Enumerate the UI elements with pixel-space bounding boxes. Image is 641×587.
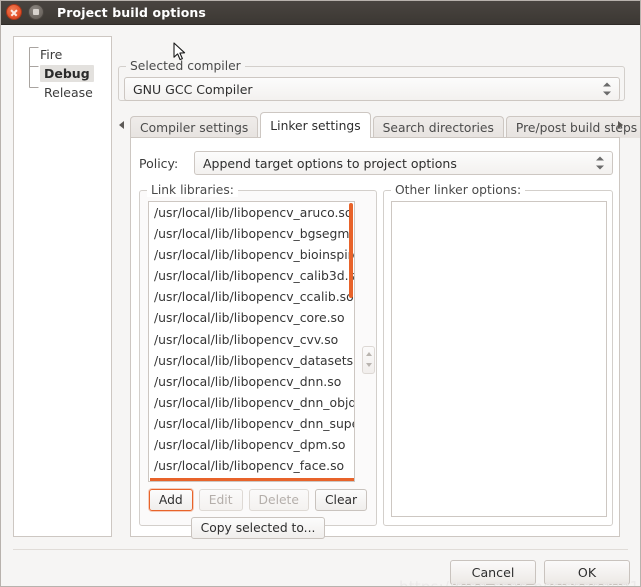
maximize-icon[interactable] — [28, 4, 44, 20]
tree-item-label: Fire — [40, 47, 63, 62]
list-item[interactable]: /usr/local/lib/libopencv_cvv.so — [149, 329, 354, 350]
tab-compiler-settings[interactable]: Compiler settings — [130, 116, 259, 138]
list-item[interactable]: /usr/local/lib/libopencv_aruco.so — [149, 202, 354, 223]
list-horizontal-scrollbar[interactable] — [150, 478, 354, 481]
link-libraries-group: Link libraries: /usr/local/lib/libopencv… — [139, 183, 377, 539]
window-title: Project build options — [57, 4, 206, 20]
policy-label: Policy: — [139, 155, 179, 171]
list-item[interactable]: /usr/local/lib/libopencv_datasets.so — [149, 350, 354, 371]
compiler-select[interactable]: GNU GCC Compiler — [124, 77, 620, 101]
tab-linker-settings[interactable]: Linker settings — [260, 112, 371, 138]
dialog-body: Fire Debug Release Selected compiler GNU… — [0, 25, 641, 587]
tree-item-label: Release — [44, 85, 93, 100]
list-item[interactable]: /usr/local/lib/libopencv_dnn.so — [149, 371, 354, 392]
tree-item-debug[interactable]: Debug — [14, 64, 111, 83]
project-build-options-dialog: Project build options Fire Debug Release… — [0, 0, 641, 587]
tab-label: Search directories — [382, 120, 494, 135]
compiler-select-value: GNU GCC Compiler — [133, 81, 253, 97]
policy-select[interactable]: Append target options to project options — [194, 151, 613, 175]
clear-button[interactable]: Clear — [314, 489, 368, 511]
delete-button: Delete — [248, 489, 309, 511]
list-item[interactable]: /usr/local/lib/libopencv_face.so — [149, 455, 354, 476]
list-item[interactable]: /usr/local/lib/libopencv_calib3d.so — [149, 265, 354, 286]
list-item[interactable]: /usr/local/lib/libopencv_core.so — [149, 307, 354, 328]
list-item[interactable]: /usr/local/lib/libopencv_ccalib.so — [149, 286, 354, 307]
copy-selected-row: Copy selected to... — [148, 517, 368, 539]
tab-strip: Compiler settings Linker settings Search… — [116, 112, 641, 138]
link-libraries-legend: Link libraries: — [147, 183, 238, 197]
list-item[interactable]: /usr/local/lib/libopencv_bioinspired.so — [149, 244, 354, 265]
list-reorder-spinner[interactable] — [362, 346, 375, 374]
chevron-updown-icon — [596, 156, 605, 171]
tab-search-directories[interactable]: Search directories — [372, 116, 504, 138]
copy-selected-to-button[interactable]: Copy selected to... — [190, 517, 326, 539]
tab-label: Linker settings — [270, 118, 361, 133]
other-linker-options-legend: Other linker options: — [391, 183, 526, 197]
watermark-text: https://blog.csdn.net/chengyq116 — [399, 578, 641, 587]
tree-item-label: Debug — [40, 65, 94, 82]
other-linker-options-input[interactable] — [391, 201, 607, 517]
policy-row: Policy: Append target options to project… — [139, 151, 613, 175]
tab-scroll-right-icon[interactable] — [615, 116, 627, 134]
tree-item-release[interactable]: Release — [14, 83, 111, 102]
list-item[interactable]: /usr/local/lib/libopencv_bgsegm.so — [149, 223, 354, 244]
edit-button: Edit — [198, 489, 243, 511]
policy-select-value: Append target options to project options — [203, 155, 457, 171]
chevron-updown-icon — [603, 82, 612, 97]
selected-compiler-legend: Selected compiler — [126, 59, 245, 73]
content-area: Selected compiler GNU GCC Compiler Compi… — [116, 25, 641, 587]
bottom-separator — [13, 549, 628, 550]
target-tree: Fire Debug Release — [14, 37, 111, 102]
linker-settings-page: Policy: Append target options to project… — [130, 137, 620, 539]
list-vertical-scrollbar[interactable] — [349, 203, 353, 298]
tab-scroll-left-icon[interactable] — [116, 116, 128, 134]
tab-list: Compiler settings Linker settings Search… — [130, 112, 641, 138]
list-item[interactable]: /usr/local/lib/libopencv_dpm.so — [149, 434, 354, 455]
other-linker-options-group: Other linker options: — [383, 183, 613, 526]
link-libraries-list[interactable]: /usr/local/lib/libopencv_aruco.so /usr/l… — [148, 201, 355, 482]
tree-item-fire[interactable]: Fire — [14, 45, 111, 64]
target-tree-panel[interactable]: Fire Debug Release — [13, 36, 112, 537]
list-item[interactable]: /usr/local/lib/libopencv_dnn_superres.so — [149, 413, 354, 434]
close-icon[interactable] — [6, 4, 22, 20]
add-button[interactable]: Add — [148, 489, 193, 511]
title-bar: Project build options — [0, 0, 641, 25]
tab-label: Compiler settings — [140, 120, 249, 135]
link-libraries-button-row: Add Edit Delete Clear — [148, 489, 368, 511]
list-item[interactable]: /usr/local/lib/libopencv_dnn_objdetect.s… — [149, 392, 354, 413]
